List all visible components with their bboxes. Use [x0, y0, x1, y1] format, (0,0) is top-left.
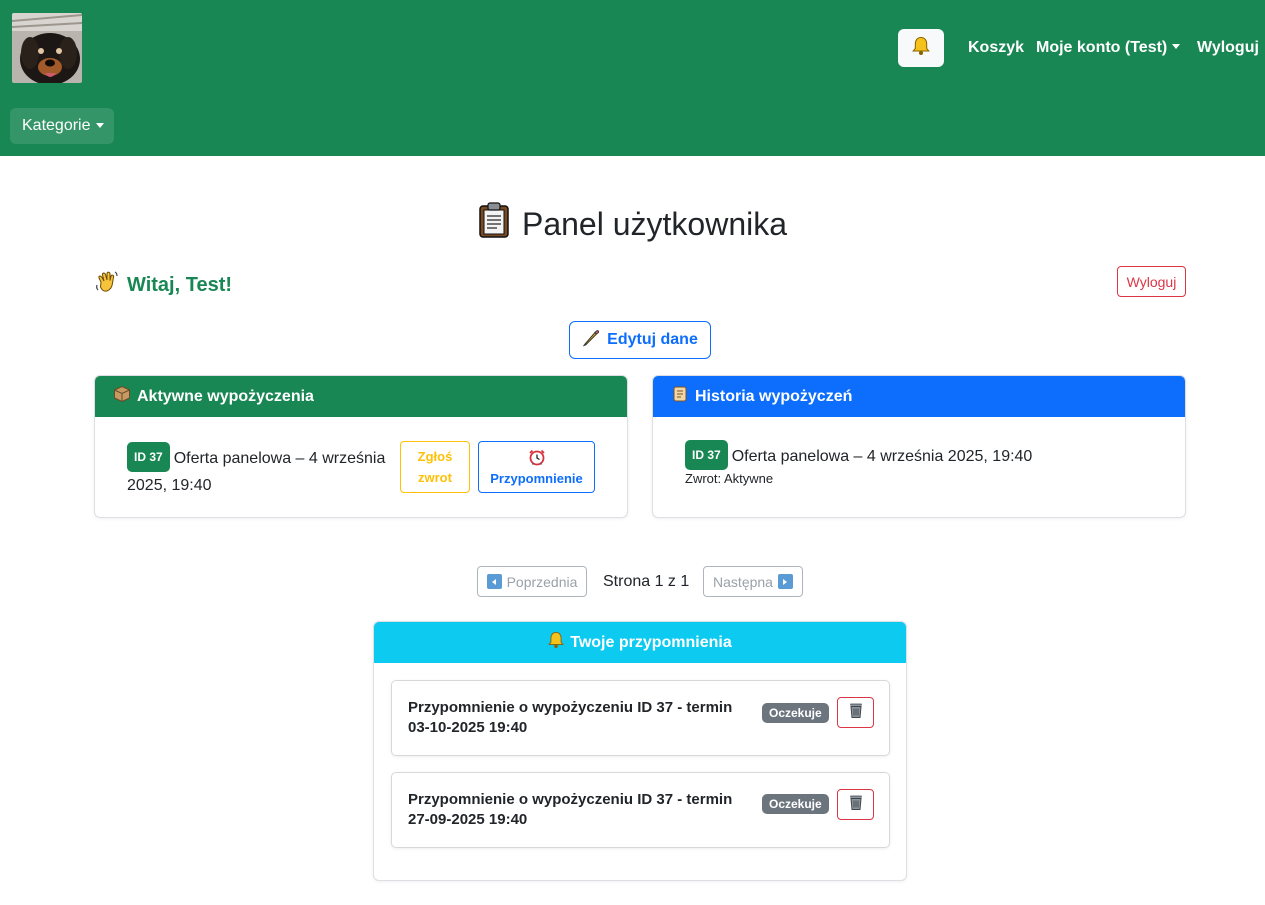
- trash-icon: [848, 701, 864, 724]
- bell-icon: [548, 631, 565, 654]
- reminder-text: Przypomnienie o wypożyczeniu ID 37 - ter…: [408, 699, 733, 736]
- welcome-text: Witaj, Test!: [127, 273, 233, 296]
- categories-label: Kategorie: [22, 117, 91, 134]
- next-page-label: Następna: [713, 573, 773, 590]
- report-return-label: Zgłoś zwrot: [417, 449, 453, 485]
- history-id-badge: ID 37: [685, 440, 728, 470]
- arrow-left-icon: [486, 574, 502, 589]
- page-title-text: Panel użytkownika: [521, 205, 788, 242]
- status-badge: Oczekuje: [762, 794, 829, 814]
- rental-id-badge: ID 37: [127, 442, 170, 472]
- reminders-card: Twoje przypomnienia Przypomnienie o wypo…: [373, 621, 907, 881]
- categories-dropdown[interactable]: Kategorie: [10, 108, 114, 144]
- reminder-item: Przypomnienie o wypożyczeniu ID 37 - ter…: [391, 680, 890, 756]
- scroll-icon: [671, 385, 689, 408]
- history-status: Zwrot: Aktywne: [685, 471, 774, 486]
- history-text: Oferta panelowa – 4 września 2025, 19:40: [731, 448, 1033, 466]
- previous-page-label: Poprzednia: [506, 573, 578, 590]
- pencil-icon: [582, 329, 600, 352]
- reminders-header: Twoje przypomnienia: [374, 622, 906, 663]
- edit-data-button[interactable]: Edytuj dane: [569, 321, 711, 359]
- previous-page-button[interactable]: Poprzednia: [477, 566, 587, 597]
- page-title: Panel użytkownika: [0, 202, 1265, 246]
- status-badge: Oczekuje: [762, 703, 829, 723]
- arrow-right-icon: [777, 574, 793, 589]
- bell-icon: [912, 36, 930, 61]
- history-item: ID 37 Oferta panelowa – 4 września 2025, …: [685, 440, 1165, 472]
- logo-avatar[interactable]: [12, 13, 82, 83]
- trash-icon: [848, 793, 864, 816]
- rental-history-card: Historia wypożyczeń ID 37 Oferta panelowa…: [652, 375, 1186, 518]
- notifications-button[interactable]: [898, 29, 944, 67]
- page-info: Strona 1 z 1: [603, 573, 690, 590]
- active-rentals-header: Aktywne wypożyczenia: [95, 376, 627, 417]
- account-label: Moje konto (Test): [1036, 39, 1168, 56]
- reminder-item: Przypomnienie o wypożyczeniu ID 37 - ter…: [391, 772, 890, 848]
- clipboard-icon: [478, 202, 510, 246]
- nav-logout-link[interactable]: Wyloguj: [1197, 38, 1259, 58]
- logout-button[interactable]: Wyloguj: [1117, 266, 1186, 297]
- rental-history-title: Historia wypożyczeń: [695, 387, 853, 405]
- chevron-down-icon: [1172, 44, 1181, 50]
- delete-reminder-button[interactable]: [837, 697, 874, 728]
- delete-reminder-button[interactable]: [837, 789, 874, 820]
- active-rentals-card: Aktywne wypożyczenia ID 37 Oferta panelow…: [94, 375, 628, 518]
- welcome-message: Witaj, Test!: [95, 270, 232, 300]
- active-rentals-title: Aktywne wypożyczenia: [137, 387, 314, 405]
- package-icon: [113, 385, 131, 408]
- reminders-title: Twoje przypomnienia: [570, 633, 732, 651]
- nav-cart-link[interactable]: Koszyk: [968, 38, 1024, 58]
- nav-account-dropdown[interactable]: Moje konto (Test): [1036, 38, 1181, 58]
- next-page-button[interactable]: Następna: [703, 566, 803, 597]
- report-return-button[interactable]: Zgłoś zwrot: [400, 441, 470, 493]
- reminder-label: Przypomnienie: [490, 471, 583, 486]
- alarm-clock-icon: [528, 448, 546, 469]
- reminder-text: Przypomnienie o wypożyczeniu ID 37 - ter…: [408, 791, 733, 828]
- active-rental-item: ID 37 Oferta panelowa – 4 września 2025, …: [127, 442, 392, 498]
- edit-data-label: Edytuj dane: [607, 331, 698, 348]
- navbar: Koszyk Moje konto (Test) Wyloguj Kategor…: [0, 0, 1265, 156]
- reminder-button[interactable]: Przypomnienie: [478, 441, 595, 493]
- waving-hand-icon: [95, 270, 119, 300]
- rental-history-header: Historia wypożyczeń: [653, 376, 1185, 417]
- chevron-down-icon: [95, 122, 104, 128]
